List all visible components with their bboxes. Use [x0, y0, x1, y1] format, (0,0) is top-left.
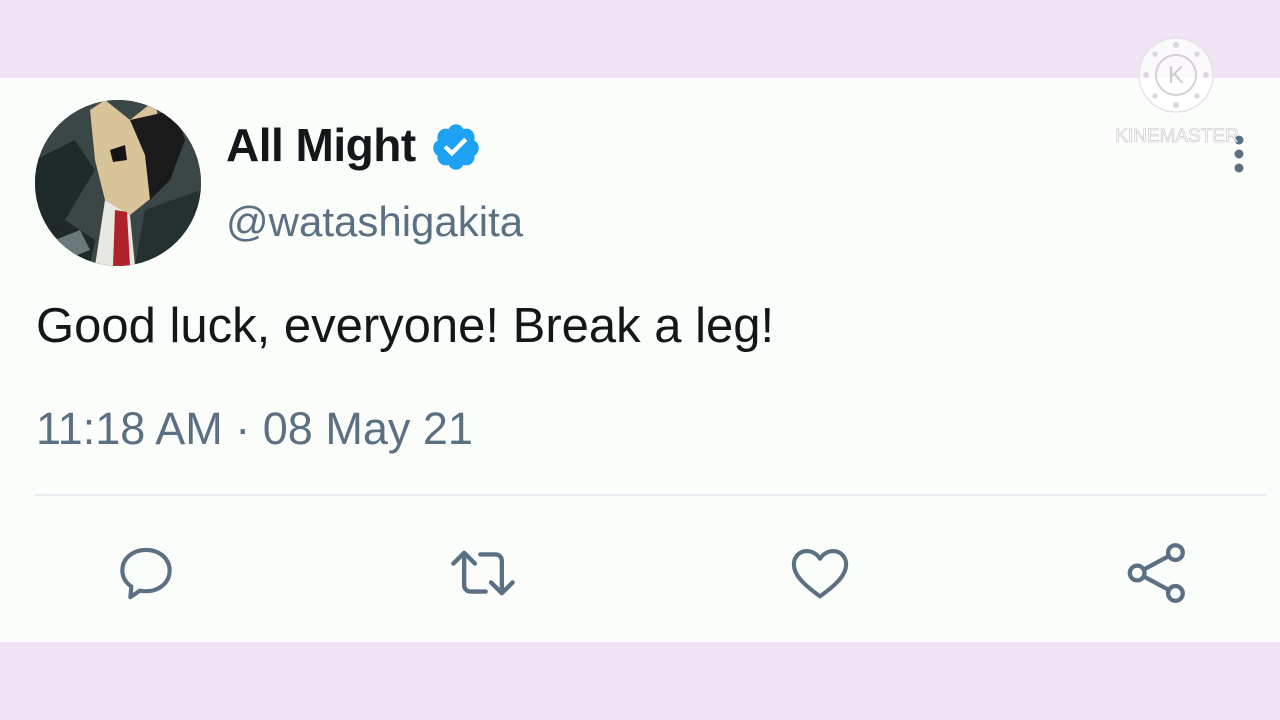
- share-icon: [1127, 543, 1185, 603]
- reply-button[interactable]: [111, 538, 181, 608]
- divider: [35, 494, 1267, 496]
- verified-badge-icon: [433, 124, 479, 170]
- like-button[interactable]: [785, 538, 855, 608]
- kinemaster-logo-letter: K: [1168, 62, 1184, 89]
- kinemaster-logo-icon: K: [1138, 37, 1214, 113]
- kinemaster-watermark: K KINEMASTER: [1110, 36, 1244, 156]
- handle[interactable]: @watashigakita: [226, 198, 523, 246]
- retweet-icon: [451, 550, 515, 596]
- kinemaster-text: KINEMASTER: [1115, 126, 1239, 148]
- avatar[interactable]: [35, 100, 201, 266]
- tweet-card: All Might @watashigakita Good luck, ever…: [0, 78, 1280, 642]
- timestamp[interactable]: 11:18 AM · 08 May 21: [36, 403, 473, 455]
- heart-icon: [791, 548, 849, 599]
- avatar-image: [35, 100, 201, 266]
- display-name[interactable]: All Might: [226, 118, 416, 172]
- tweet-text: Good luck, everyone! Break a leg!: [36, 299, 775, 353]
- reply-icon: [120, 547, 172, 600]
- share-button[interactable]: [1122, 538, 1192, 608]
- retweet-button[interactable]: [448, 538, 518, 608]
